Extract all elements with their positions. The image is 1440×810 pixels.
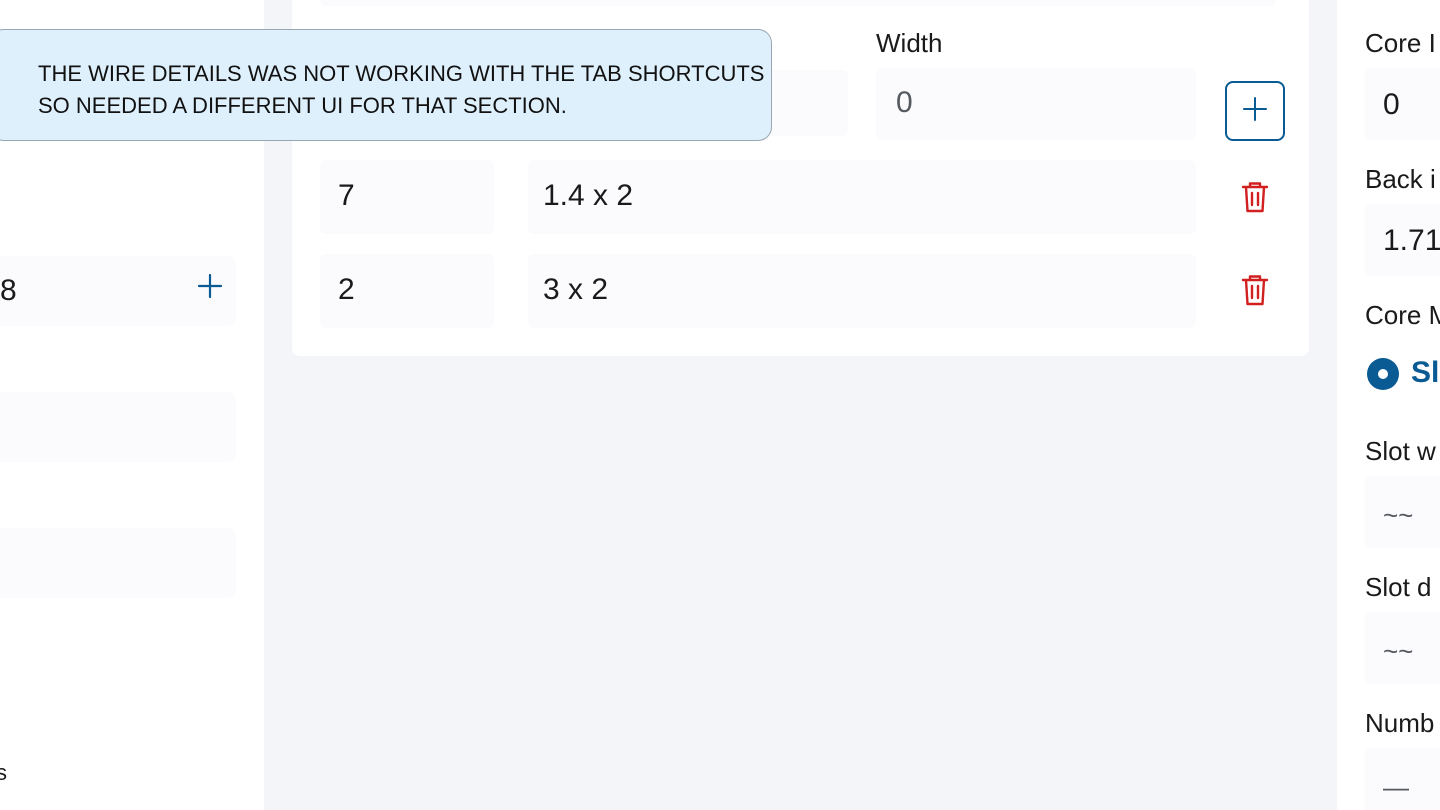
- trash-icon[interactable]: [1239, 273, 1271, 307]
- right-panel: Core I 0 Back i 1.718 Core M Sl Slot w ~…: [1337, 0, 1440, 810]
- wire-row-size[interactable]: 3 x 2: [528, 254, 1196, 328]
- back-input[interactable]: 1.718: [1365, 204, 1440, 276]
- radio-selected-icon[interactable]: [1367, 358, 1399, 390]
- slot-width-value: ~~: [1383, 500, 1414, 530]
- left-bottom-text: s: [0, 760, 7, 785]
- wire-row-size[interactable]: 1.4 x 2: [528, 160, 1196, 234]
- wire-row-size-value: 3 x 2: [543, 273, 609, 306]
- number-input[interactable]: —: [1365, 748, 1440, 810]
- left-empty-field[interactable]: [0, 392, 236, 462]
- annotation-tooltip-text: THE WIRE DETAILS WAS NOT WORKING WITH TH…: [38, 61, 765, 118]
- annotation-tooltip: THE WIRE DETAILS WAS NOT WORKING WITH TH…: [0, 29, 772, 141]
- add-wire-button[interactable]: [1225, 81, 1285, 141]
- number-label: Numb: [1365, 708, 1435, 738]
- wire-row-size-value: 1.4 x 2: [543, 179, 634, 212]
- width-label: Width: [876, 28, 943, 58]
- number-input-value: —: [1383, 772, 1409, 802]
- left-input-value: 8: [0, 274, 17, 307]
- wire-row-qty[interactable]: 7: [320, 160, 494, 234]
- wire-row-qty[interactable]: 2: [320, 254, 494, 328]
- core-input[interactable]: 0: [1365, 68, 1440, 140]
- slot-depth-input[interactable]: ~~: [1365, 612, 1440, 684]
- left-empty-field-2[interactable]: [0, 528, 236, 598]
- slot-width-label: Slot w: [1365, 436, 1436, 466]
- width-input-value: 0: [896, 86, 913, 119]
- trash-icon[interactable]: [1239, 180, 1271, 214]
- back-input-value: 1.718: [1383, 224, 1440, 257]
- slot-depth-value: ~~: [1383, 636, 1414, 666]
- plus-icon[interactable]: [196, 272, 224, 300]
- back-label: Back i: [1365, 164, 1436, 194]
- wire-row-qty-value: 7: [338, 179, 355, 212]
- core-label: Core I: [1365, 28, 1436, 58]
- plus-icon: [1242, 96, 1268, 127]
- left-input-field[interactable]: 8: [0, 256, 236, 326]
- core-input-value: 0: [1383, 88, 1400, 121]
- width-input[interactable]: 0: [876, 68, 1196, 140]
- core-m-label: Core M: [1365, 300, 1440, 330]
- slot-radio-label: Sl: [1411, 356, 1440, 389]
- slot-width-input[interactable]: ~~: [1365, 476, 1440, 548]
- wire-row-qty-value: 2: [338, 273, 355, 306]
- top-strip: [320, 0, 1276, 6]
- slot-depth-label: Slot d: [1365, 572, 1432, 602]
